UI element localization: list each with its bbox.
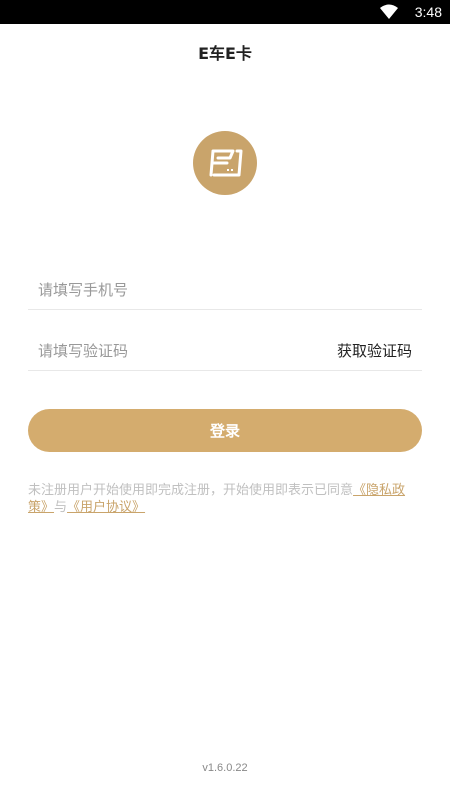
- status-bar: 3:48: [0, 0, 450, 24]
- page-title: E车E卡: [198, 44, 252, 63]
- agreement-statement: 未注册用户开始使用即完成注册，开始使用即表示已同意: [28, 483, 354, 498]
- user-agreement-link[interactable]: 《用户协议》: [67, 500, 145, 515]
- login-button[interactable]: 登录: [28, 409, 422, 452]
- card-logo-icon: [209, 149, 243, 177]
- status-time: 3:48: [414, 4, 442, 20]
- get-code-button[interactable]: 获取验证码: [337, 340, 412, 361]
- version-label: v1.6.0.22: [202, 762, 248, 774]
- code-input[interactable]: [38, 339, 328, 363]
- app-logo: [193, 131, 257, 195]
- agreement-connector: 与: [54, 500, 68, 515]
- wifi-icon: [380, 4, 398, 19]
- phone-input[interactable]: [38, 278, 328, 302]
- phone-field: [28, 270, 422, 310]
- agreement-text: 未注册用户开始使用即完成注册，开始使用即表示已同意《隐私政策》与《用户协议》: [28, 482, 422, 516]
- code-field: 获取验证码: [28, 331, 422, 371]
